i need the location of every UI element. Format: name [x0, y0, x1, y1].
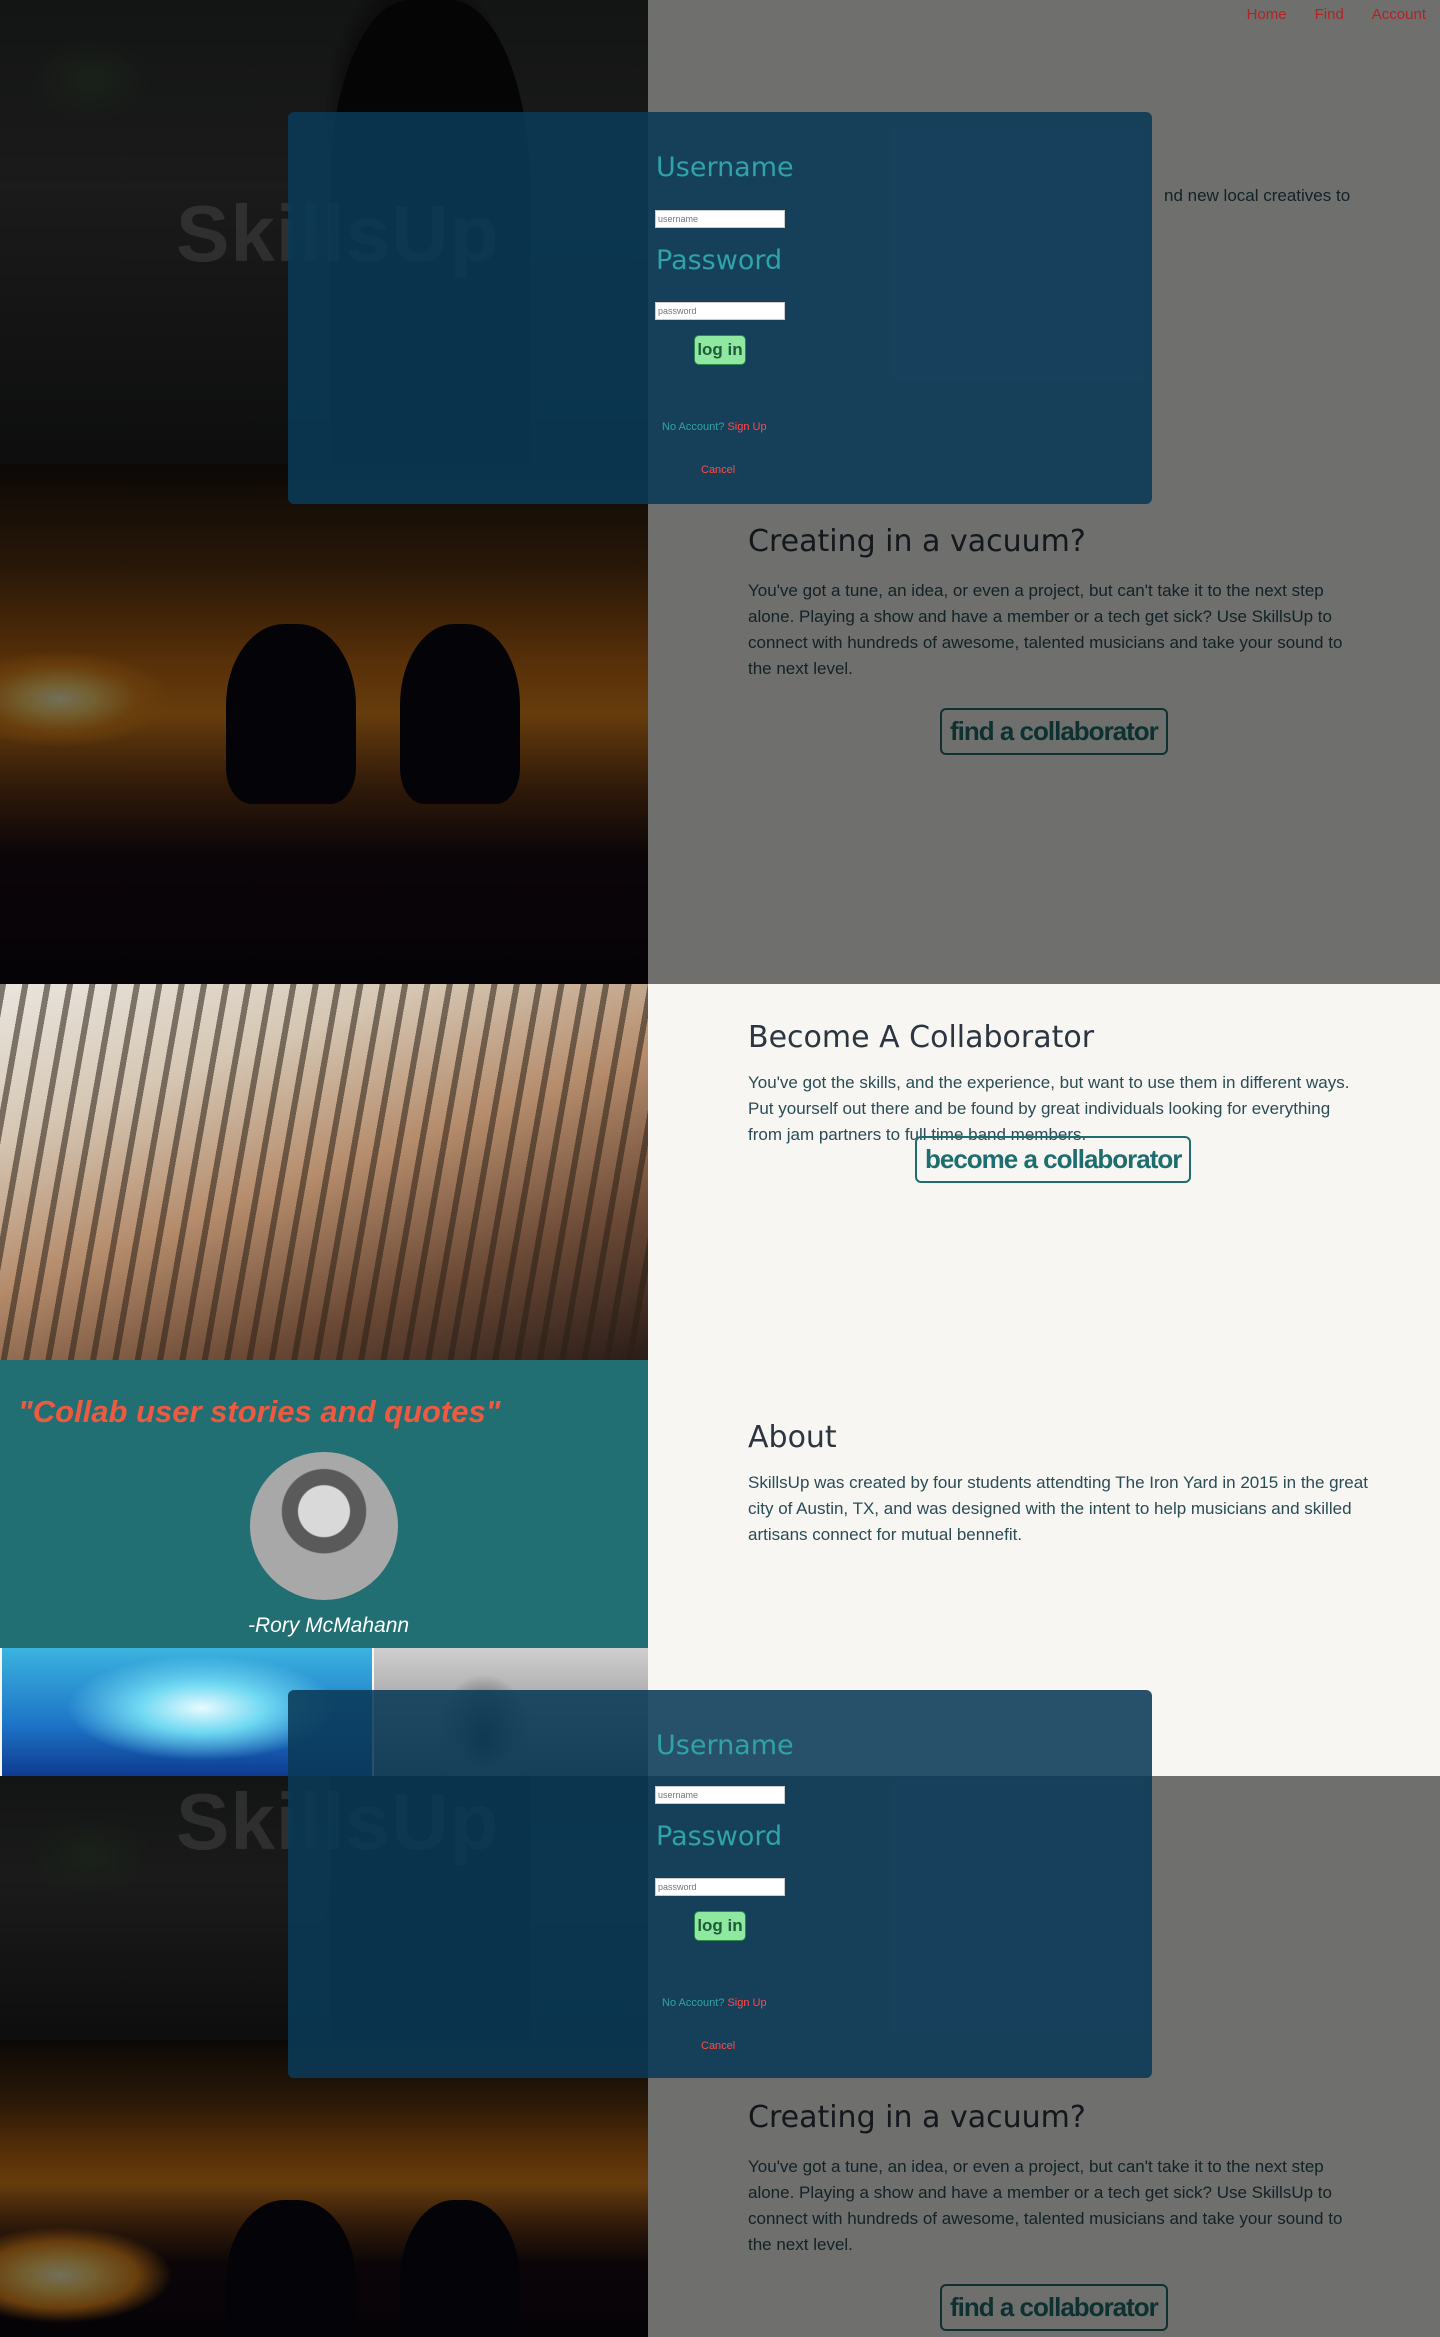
sunset-photo-repeat — [0, 2040, 648, 2337]
nav-account[interactable]: Account — [1372, 6, 1426, 23]
vacuum-content-repeat: Creating in a vacuum? You've got a tune,… — [648, 2040, 1440, 2337]
cancel-link[interactable]: Cancel — [701, 464, 735, 476]
vacuum-section: Creating in a vacuum? You've got a tune,… — [0, 464, 1440, 984]
signup-link[interactable]: Sign Up — [727, 421, 766, 433]
cancel-link-repeat[interactable]: Cancel — [701, 2040, 735, 2052]
top-nav: Home Find Account — [1247, 6, 1426, 23]
find-collaborator-button[interactable]: find a collaborator — [940, 708, 1168, 755]
login-modal: Username Password log in No Account? Sig… — [288, 112, 1152, 504]
login-button[interactable]: log in — [694, 335, 746, 365]
username-label-repeat: Username — [656, 1730, 794, 1761]
become-section: Become A Collaborator You've got the ski… — [0, 984, 1440, 1360]
password-input[interactable] — [655, 302, 785, 320]
username-input[interactable] — [655, 210, 785, 228]
quotes-panel: "Collab user stories and quotes" -Rory M… — [0, 1360, 648, 1648]
become-content: Become A Collaborator You've got the ski… — [648, 984, 1440, 1360]
quote-author: -Rory McMahann — [248, 1614, 410, 1637]
password-label-repeat: Password — [656, 1821, 783, 1852]
about-heading: About — [748, 1420, 837, 1455]
about-body: SkillsUp was created by four students at… — [748, 1473, 1368, 1544]
quotes-title: "Collab user stories and quotes" — [18, 1394, 501, 1429]
no-account-text: No Account? Sign Up — [662, 421, 767, 433]
vacuum-heading-repeat: Creating in a vacuum? — [748, 2100, 1086, 2135]
no-account-label-repeat: No Account? — [662, 1997, 725, 2009]
username-input-repeat[interactable] — [655, 1786, 785, 1804]
sunset-photo — [0, 464, 648, 984]
avatar — [250, 1452, 398, 1600]
become-collaborator-button[interactable]: become a collaborator — [915, 1136, 1192, 1183]
password-input-repeat[interactable] — [655, 1878, 785, 1896]
nav-find[interactable]: Find — [1315, 6, 1344, 23]
vacuum-heading: Creating in a vacuum? — [748, 524, 1086, 559]
vacuum-body: You've got a tune, an idea, or even a pr… — [748, 581, 1343, 678]
become-heading: Become A Collaborator — [748, 1020, 1095, 1055]
login-modal-repeat: Username Password log in No Account? Sig… — [288, 1690, 1152, 2078]
vacuum-section-repeat: Creating in a vacuum? You've got a tune,… — [0, 2040, 1440, 2337]
vacuum-body-repeat: You've got a tune, an idea, or even a pr… — [748, 2157, 1343, 2254]
signup-link-repeat[interactable]: Sign Up — [727, 1997, 766, 2009]
find-collaborator-button-repeat[interactable]: find a collaborator — [940, 2284, 1168, 2331]
login-button-repeat[interactable]: log in — [694, 1911, 746, 1941]
no-account-label: No Account? — [662, 421, 725, 433]
no-account-text-repeat: No Account? Sign Up — [662, 1997, 767, 2009]
nav-home[interactable]: Home — [1247, 6, 1287, 23]
username-label: Username — [656, 152, 794, 183]
vacuum-content: Creating in a vacuum? You've got a tune,… — [648, 464, 1440, 984]
mixer-photo — [0, 984, 648, 1360]
password-label: Password — [656, 245, 783, 276]
hero-blurb: nd new local creatives to — [1164, 186, 1351, 205]
